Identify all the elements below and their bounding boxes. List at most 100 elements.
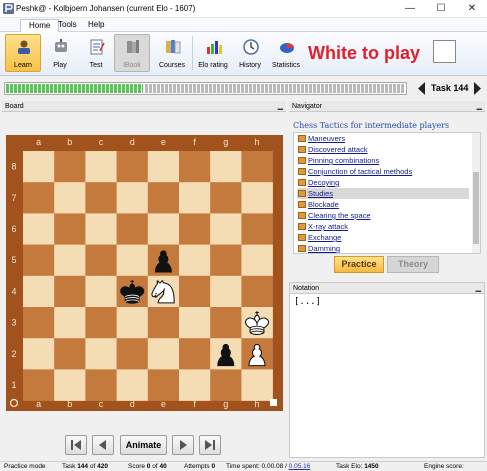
square-e2[interactable] bbox=[147, 338, 180, 370]
pane-collapse-icon[interactable]: ▁ bbox=[476, 283, 481, 294]
square-h7[interactable] bbox=[241, 182, 273, 214]
square-b6[interactable] bbox=[54, 213, 86, 245]
menu-help[interactable]: Help bbox=[80, 19, 112, 32]
square-a2[interactable] bbox=[23, 338, 55, 370]
chess-board-canvas[interactable]: aabbccddeeffgghh87654321 bbox=[6, 135, 283, 411]
square-a8[interactable] bbox=[23, 151, 55, 183]
chapter-item[interactable]: X-ray attack bbox=[298, 221, 348, 232]
square-d6[interactable] bbox=[116, 213, 149, 245]
square-h6[interactable] bbox=[241, 213, 273, 245]
square-d1[interactable] bbox=[116, 369, 149, 401]
square-f5[interactable] bbox=[179, 244, 211, 277]
square-c1[interactable] bbox=[85, 369, 117, 401]
square-h8[interactable] bbox=[241, 151, 273, 183]
square-b2[interactable] bbox=[54, 338, 86, 370]
practice-tab[interactable]: Practice bbox=[334, 256, 384, 273]
chapter-item[interactable]: Conjunction of tactical methods bbox=[298, 166, 412, 177]
chapter-item[interactable]: Maneuvers bbox=[298, 133, 345, 144]
square-c8[interactable] bbox=[85, 151, 117, 183]
square-b3[interactable] bbox=[54, 307, 86, 339]
prev-move-button[interactable] bbox=[92, 435, 114, 455]
notation-text[interactable]: [...] bbox=[294, 297, 321, 307]
square-d2[interactable] bbox=[116, 338, 149, 370]
square-a5[interactable] bbox=[23, 244, 55, 277]
square-f8[interactable] bbox=[179, 151, 211, 183]
chapter-item[interactable]: Exchange bbox=[298, 232, 341, 243]
next-task-icon[interactable] bbox=[472, 81, 483, 96]
square-g1[interactable] bbox=[210, 369, 242, 401]
history-button[interactable]: History bbox=[232, 34, 268, 72]
square-a6[interactable] bbox=[23, 213, 55, 245]
pane-collapse-icon[interactable]: ▁ bbox=[278, 101, 283, 112]
square-f7[interactable] bbox=[179, 182, 211, 214]
square-b5[interactable] bbox=[54, 244, 86, 277]
square-f3[interactable] bbox=[179, 307, 211, 339]
chapter-item[interactable]: Discovered attack bbox=[298, 144, 368, 155]
square-d5[interactable] bbox=[116, 244, 149, 277]
pane-collapse-icon[interactable]: ▁ bbox=[477, 101, 482, 112]
chess-board[interactable]: aabbccddeeffgghh87654321 bbox=[6, 135, 283, 411]
square-f1[interactable] bbox=[179, 369, 211, 401]
chapter-item-selected[interactable]: Studies bbox=[297, 188, 469, 199]
square-g7[interactable] bbox=[210, 182, 242, 214]
theory-tab[interactable]: Theory bbox=[387, 256, 439, 273]
square-d3[interactable] bbox=[116, 307, 149, 339]
square-g6[interactable] bbox=[210, 213, 242, 245]
square-d7[interactable] bbox=[116, 182, 149, 214]
square-g5[interactable] bbox=[210, 244, 242, 277]
square-g3[interactable] bbox=[210, 307, 242, 339]
square-g4[interactable] bbox=[210, 275, 242, 308]
next-move-button[interactable] bbox=[172, 435, 194, 455]
square-c4[interactable] bbox=[85, 275, 117, 308]
square-e6[interactable] bbox=[147, 213, 180, 245]
minimize-button[interactable]: — bbox=[397, 0, 423, 18]
square-f2[interactable] bbox=[179, 338, 211, 370]
chapter-item[interactable]: Blockade bbox=[298, 199, 339, 210]
square-b1[interactable] bbox=[54, 369, 86, 401]
square-a4[interactable] bbox=[23, 275, 55, 308]
square-b4[interactable] bbox=[54, 275, 86, 308]
chapter-item[interactable]: Decoying bbox=[298, 177, 339, 188]
close-button[interactable]: ✕ bbox=[459, 0, 485, 18]
square-h5[interactable] bbox=[241, 244, 273, 277]
chapter-list-scrollbar[interactable] bbox=[472, 133, 480, 253]
courses-button[interactable]: Courses bbox=[154, 34, 190, 72]
square-e3[interactable] bbox=[147, 307, 180, 339]
square-f6[interactable] bbox=[179, 213, 211, 245]
first-move-button[interactable] bbox=[65, 435, 87, 455]
square-c6[interactable] bbox=[85, 213, 117, 245]
square-c3[interactable] bbox=[85, 307, 117, 339]
chapter-item[interactable]: Pinning combinations bbox=[298, 155, 379, 166]
square-a7[interactable] bbox=[23, 182, 55, 214]
square-e7[interactable] bbox=[147, 182, 180, 214]
flip-board-icon[interactable] bbox=[9, 398, 19, 408]
prev-task-icon[interactable] bbox=[416, 81, 427, 96]
animate-button[interactable]: Animate bbox=[120, 435, 167, 455]
statistics-button[interactable]: Statistics bbox=[268, 34, 304, 72]
test-button[interactable]: Test bbox=[78, 34, 114, 72]
square-f4[interactable] bbox=[179, 275, 211, 308]
square-h1[interactable] bbox=[241, 369, 273, 401]
square-c2[interactable] bbox=[85, 338, 117, 370]
play-button[interactable]: Play bbox=[42, 34, 78, 72]
square-b8[interactable] bbox=[54, 151, 86, 183]
maximize-button[interactable]: ☐ bbox=[428, 0, 454, 18]
ibook-button[interactable]: iBook bbox=[114, 34, 150, 72]
square-a3[interactable] bbox=[23, 307, 55, 339]
square-a1[interactable] bbox=[23, 369, 55, 401]
square-c7[interactable] bbox=[85, 182, 117, 214]
square-e8[interactable] bbox=[147, 151, 180, 183]
square-g8[interactable] bbox=[210, 151, 242, 183]
square-c5[interactable] bbox=[85, 244, 117, 277]
chapter-item[interactable]: Damming bbox=[298, 243, 340, 253]
status-time-total-link[interactable]: 0.05.16 bbox=[289, 463, 311, 470]
chapter-item[interactable]: Clearing the space bbox=[298, 210, 371, 221]
learn-button[interactable]: Learn bbox=[5, 34, 41, 72]
square-e1[interactable] bbox=[147, 369, 180, 401]
elo-rating-button[interactable]: Elo rating bbox=[194, 34, 232, 72]
square-h4[interactable] bbox=[241, 275, 273, 308]
square-d8[interactable] bbox=[116, 151, 149, 183]
scrollbar-thumb[interactable] bbox=[473, 172, 479, 244]
chapter-list[interactable]: Maneuvers Discovered attack Pinning comb… bbox=[293, 132, 481, 254]
square-b7[interactable] bbox=[54, 182, 86, 214]
